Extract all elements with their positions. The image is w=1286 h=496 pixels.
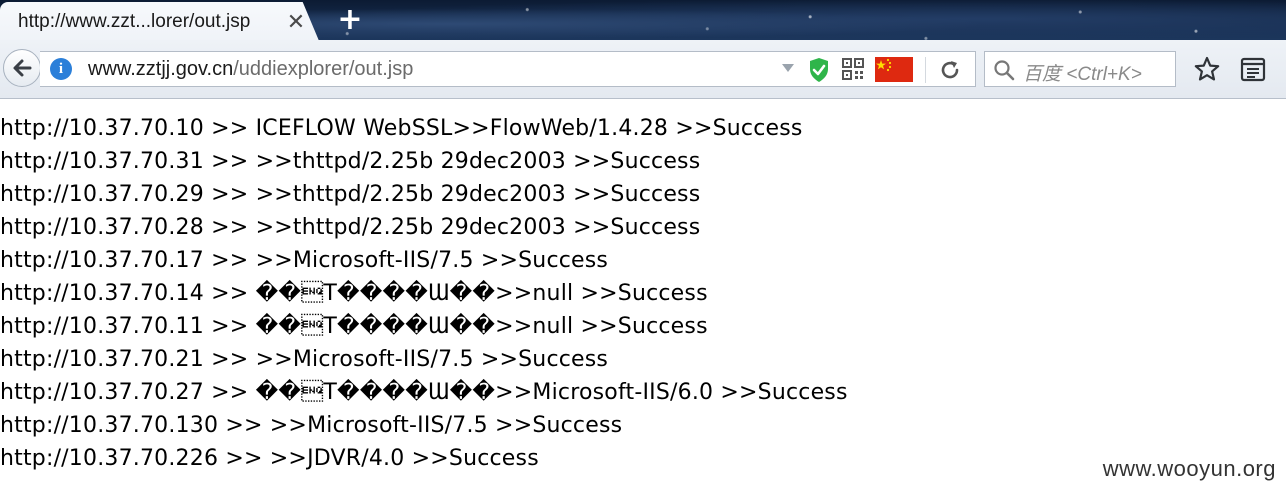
url-divider: [925, 57, 926, 83]
new-tab-icon[interactable]: +: [336, 5, 364, 35]
output-line: http://10.37.70.21 >> >>Microsoft-IIS/7.…: [0, 347, 609, 372]
info-icon[interactable]: i: [50, 58, 72, 80]
output-line: http://10.37.70.27 >> ��T����Ɯ��>>Micro…: [0, 380, 848, 405]
search-input[interactable]: 百度 <Ctrl+K>: [1023, 59, 1142, 86]
output-line: http://10.37.70.17 >> >>Microsoft-IIS/7.…: [0, 248, 609, 273]
url-dropdown-icon[interactable]: [782, 64, 794, 72]
search-bar[interactable]: 百度 <Ctrl+K>: [984, 51, 1176, 87]
output-line: http://10.37.70.14 >> ��T����Ɯ��>>null …: [0, 281, 708, 306]
url-host: www.zztjj.gov.cn: [88, 58, 234, 80]
reload-icon[interactable]: [939, 59, 961, 81]
reader-list-icon[interactable]: [1240, 56, 1266, 82]
back-button[interactable]: [3, 49, 41, 87]
back-arrow-icon: [13, 59, 32, 77]
browser-window: http://www.zzt...lorer/out.jsp ✕ + i www…: [0, 0, 1286, 496]
output-line: http://10.37.70.130 >> >>Microsoft-IIS/7…: [0, 413, 623, 438]
url-path: /uddiexplorer/out.jsp: [233, 58, 414, 80]
address-bar[interactable]: i www.zztjj.gov.cn/uddiexplorer/out.jsp: [40, 51, 976, 87]
watermark: www.wooyun.org: [1102, 456, 1276, 481]
output-line: http://10.37.70.11 >> ��T����Ɯ��>>null …: [0, 314, 708, 339]
output-line: http://10.37.70.31 >> >>thttpd/2.25b 29d…: [0, 149, 701, 174]
output-line: http://10.37.70.28 >> >>thttpd/2.25b 29d…: [0, 215, 701, 240]
shield-icon[interactable]: [808, 57, 830, 83]
page-content: http://10.37.70.10 >> ICEFLOW WebSSL>>Fl…: [0, 99, 1286, 496]
tab-close-icon[interactable]: ✕: [284, 11, 308, 35]
output-line: http://10.37.70.10 >> ICEFLOW WebSSL>>Fl…: [0, 116, 803, 141]
search-icon: [994, 60, 1015, 81]
url-field[interactable]: www.zztjj.gov.cn/uddiexplorer/out.jsp: [88, 58, 413, 81]
output-line: http://10.37.70.29 >> >>thttpd/2.25b 29d…: [0, 182, 701, 207]
qr-code-icon[interactable]: [842, 58, 864, 80]
star-icon[interactable]: [1194, 56, 1220, 82]
navigation-toolbar: i www.zztjj.gov.cn/uddiexplorer/out.jsp: [0, 40, 1286, 99]
output-line: http://10.37.70.226 >> >>JDVR/4.0 >>Succ…: [0, 446, 539, 471]
tab-title: http://www.zzt...lorer/out.jsp: [18, 11, 251, 32]
china-flag-icon[interactable]: [875, 57, 913, 82]
